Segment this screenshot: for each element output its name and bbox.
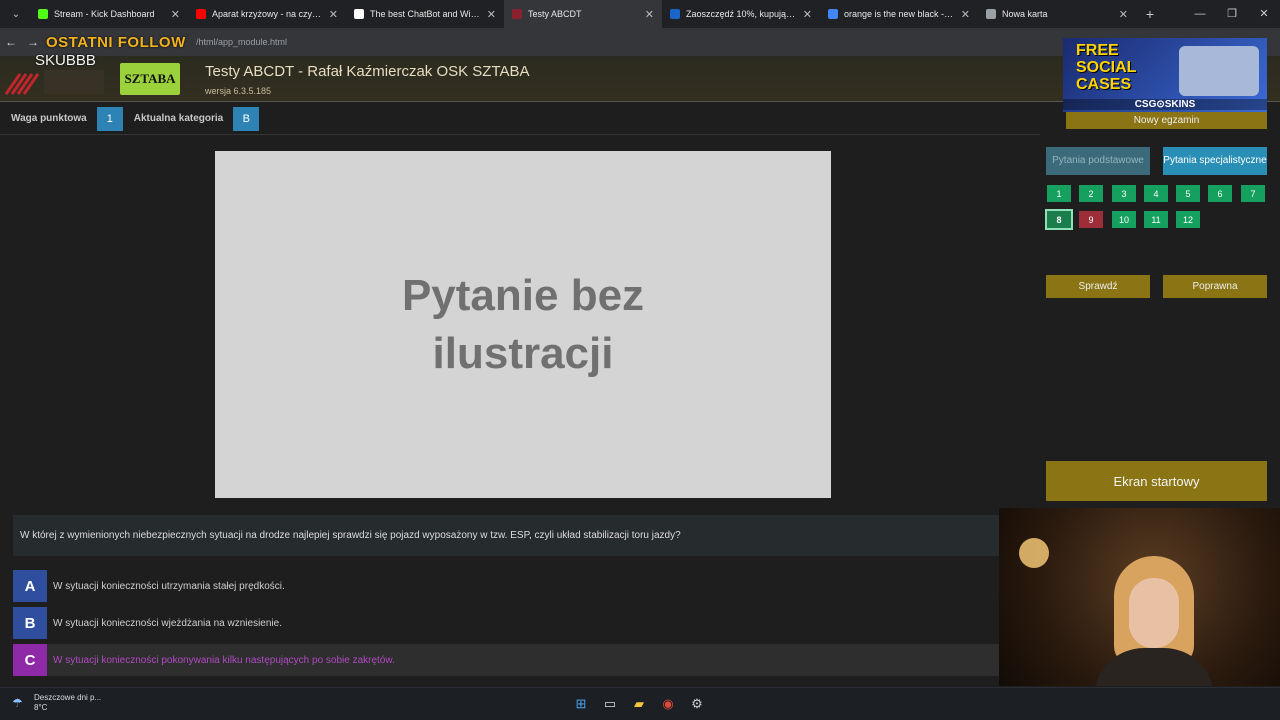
tab-close-icon[interactable]: ✕	[487, 8, 496, 21]
illustration-text: Pytanie bez ilustracji	[401, 270, 645, 378]
rain-cloud-icon: ☂	[12, 696, 23, 710]
question-number[interactable]: 5	[1176, 185, 1200, 202]
tab-favicon-icon	[670, 9, 680, 19]
browser-tab[interactable]: Nowa karta ✕	[978, 0, 1136, 28]
file-explorer-icon[interactable]: ▰	[628, 695, 650, 713]
browser-tab[interactable]: Zaoszczędź 10%, kupując RV Th ✕	[662, 0, 820, 28]
new-exam-button[interactable]: Nowy egzamin	[1066, 112, 1267, 129]
question-number[interactable]: 1	[1047, 185, 1071, 202]
question-text: W której z wymienionych niebezpiecznych …	[13, 515, 999, 556]
taskbar: ☂ Deszczowe dni p... 8°C ⊞ ▭ ▰ ◉ ⚙	[0, 687, 1280, 720]
answer-text: W sytuacji konieczności wjeżdżania na wz…	[53, 617, 282, 629]
answer-key: B	[13, 607, 47, 639]
window-controls: — ❐ ✕	[1184, 0, 1280, 28]
answer-a[interactable]: A W sytuacji konieczności utrzymania sta…	[13, 570, 999, 602]
tab-special-questions[interactable]: Pytania specjalistyczne	[1163, 147, 1267, 175]
tab-title: Testy ABCDT	[528, 9, 582, 19]
question-number-wrong[interactable]: 9	[1079, 211, 1103, 228]
category-value: B	[233, 106, 260, 131]
task-view-icon[interactable]: ▭	[599, 695, 621, 713]
last-follow-label: OSTATNI FOLLOW	[46, 34, 186, 51]
version-label: wersja 6.3.5.185	[205, 86, 272, 96]
tab-basic-questions[interactable]: Pytania podstawowe	[1046, 147, 1150, 175]
case-icon	[1179, 46, 1259, 96]
page-title: Testy ABCDT - Rafał Kaźmierczak OSK SZTA…	[205, 63, 530, 80]
browser-tab[interactable]: The best ChatBot and Widgets ✕	[346, 0, 504, 28]
tab-title: Aparat krzyżowy - na czym pol	[212, 9, 323, 19]
tab-strip: Stream - Kick Dashboard ✕ Aparat krzyżowy …	[30, 0, 1136, 28]
promo-headline: FREE SOCIAL CASES	[1076, 42, 1137, 93]
question-illustration: Pytanie bez ilustracji	[215, 151, 831, 498]
question-number[interactable]: 3	[1112, 185, 1136, 202]
category-label: Aktualna kategoria	[133, 113, 224, 124]
tab-favicon-icon	[354, 9, 364, 19]
weather-text: Deszczowe dni p...	[34, 693, 102, 702]
windows-start-icon[interactable]: ⊞	[570, 695, 592, 713]
close-window-icon[interactable]: ✕	[1248, 0, 1280, 28]
correct-answer-button[interactable]: Poprawna	[1163, 275, 1267, 298]
taskbar-apps: ⊞ ▭ ▰ ◉ ⚙	[570, 695, 715, 713]
restore-icon[interactable]: ❐	[1216, 0, 1248, 28]
tab-title: Nowa karta	[1002, 9, 1048, 19]
promo-banner: FREE SOCIAL CASES CSG⊙SKINS	[1063, 38, 1267, 112]
check-button[interactable]: Sprawdź	[1046, 275, 1150, 298]
browser-tab[interactable]: Stream - Kick Dashboard ✕	[30, 0, 188, 28]
sztaba-logo: SZTABA	[120, 63, 180, 95]
tab-favicon-icon	[38, 9, 48, 19]
lamp-shape	[1019, 538, 1049, 568]
question-number[interactable]: 2	[1079, 185, 1103, 202]
answer-key: A	[13, 570, 47, 602]
minimize-icon[interactable]: —	[1184, 0, 1216, 28]
forward-icon[interactable]: →	[22, 35, 44, 49]
weight-value: 1	[96, 106, 123, 131]
weather-widget[interactable]: ☂ Deszczowe dni p... 8°C	[12, 693, 101, 713]
webcam-face	[1129, 578, 1179, 648]
tab-close-icon[interactable]: ✕	[803, 8, 812, 21]
browser-tab[interactable]: Aparat krzyżowy - na czym pol ✕	[188, 0, 346, 28]
info-bar: Waga punktowa 1 Aktualna kategoria B	[0, 103, 1040, 135]
answer-text: W sytuacji konieczności utrzymania stałe…	[53, 580, 285, 592]
answer-b[interactable]: B W sytuacji konieczności wjeżdżania na …	[13, 607, 999, 639]
question-number[interactable]: 6	[1208, 185, 1232, 202]
tab-close-icon[interactable]: ✕	[171, 8, 180, 21]
tab-search-button[interactable]: ⌄	[4, 4, 28, 24]
tab-title: The best ChatBot and Widgets	[370, 9, 481, 19]
webcam-overlay	[999, 508, 1280, 686]
tab-favicon-icon	[828, 9, 838, 19]
tab-close-icon[interactable]: ✕	[329, 8, 338, 21]
question-number[interactable]: 12	[1176, 211, 1200, 228]
answer-text: W sytuacji konieczności pokonywania kilk…	[53, 654, 395, 666]
back-icon[interactable]: ←	[0, 35, 22, 49]
chrome-icon[interactable]: ◉	[657, 695, 679, 713]
browser-tab-bar: ⌄ Stream - Kick Dashboard ✕ Aparat krzyżow…	[0, 0, 1280, 28]
last-follower-name: SKUBBB	[35, 52, 96, 69]
question-number[interactable]: 11	[1144, 211, 1168, 228]
home-screen-button[interactable]: Ekran startowy	[1046, 461, 1267, 501]
url-text[interactable]: /html/app_module.html	[196, 37, 287, 47]
new-tab-button[interactable]: +	[1136, 6, 1164, 22]
tab-favicon-icon	[986, 9, 996, 19]
question-number[interactable]: 4	[1144, 185, 1168, 202]
browser-tab[interactable]: Testy ABCDT ✕	[504, 0, 662, 28]
promo-brand: CSG⊙SKINS	[1063, 99, 1267, 110]
tab-close-icon[interactable]: ✕	[645, 8, 654, 21]
settings-icon[interactable]: ⚙	[686, 695, 708, 713]
question-number-current[interactable]: 8	[1045, 209, 1073, 230]
temperature: 8°C	[34, 703, 48, 712]
webcam-body	[1094, 648, 1214, 686]
tab-close-icon[interactable]: ✕	[1119, 8, 1128, 21]
tab-favicon-icon	[512, 9, 522, 19]
tab-title: Zaoszczędź 10%, kupując RV Th	[686, 9, 797, 19]
answer-c[interactable]: C W sytuacji konieczności pokonywania ki…	[13, 644, 999, 676]
tab-favicon-icon	[196, 9, 206, 19]
answer-key: C	[13, 644, 47, 676]
tab-title: Stream - Kick Dashboard	[54, 9, 155, 19]
browser-tab[interactable]: orange is the new black - Szuk ✕	[820, 0, 978, 28]
tab-title: orange is the new black - Szuk	[844, 9, 955, 19]
tab-close-icon[interactable]: ✕	[961, 8, 970, 21]
question-number[interactable]: 10	[1112, 211, 1136, 228]
weight-label: Waga punktowa	[11, 113, 87, 124]
question-number[interactable]: 7	[1241, 185, 1265, 202]
